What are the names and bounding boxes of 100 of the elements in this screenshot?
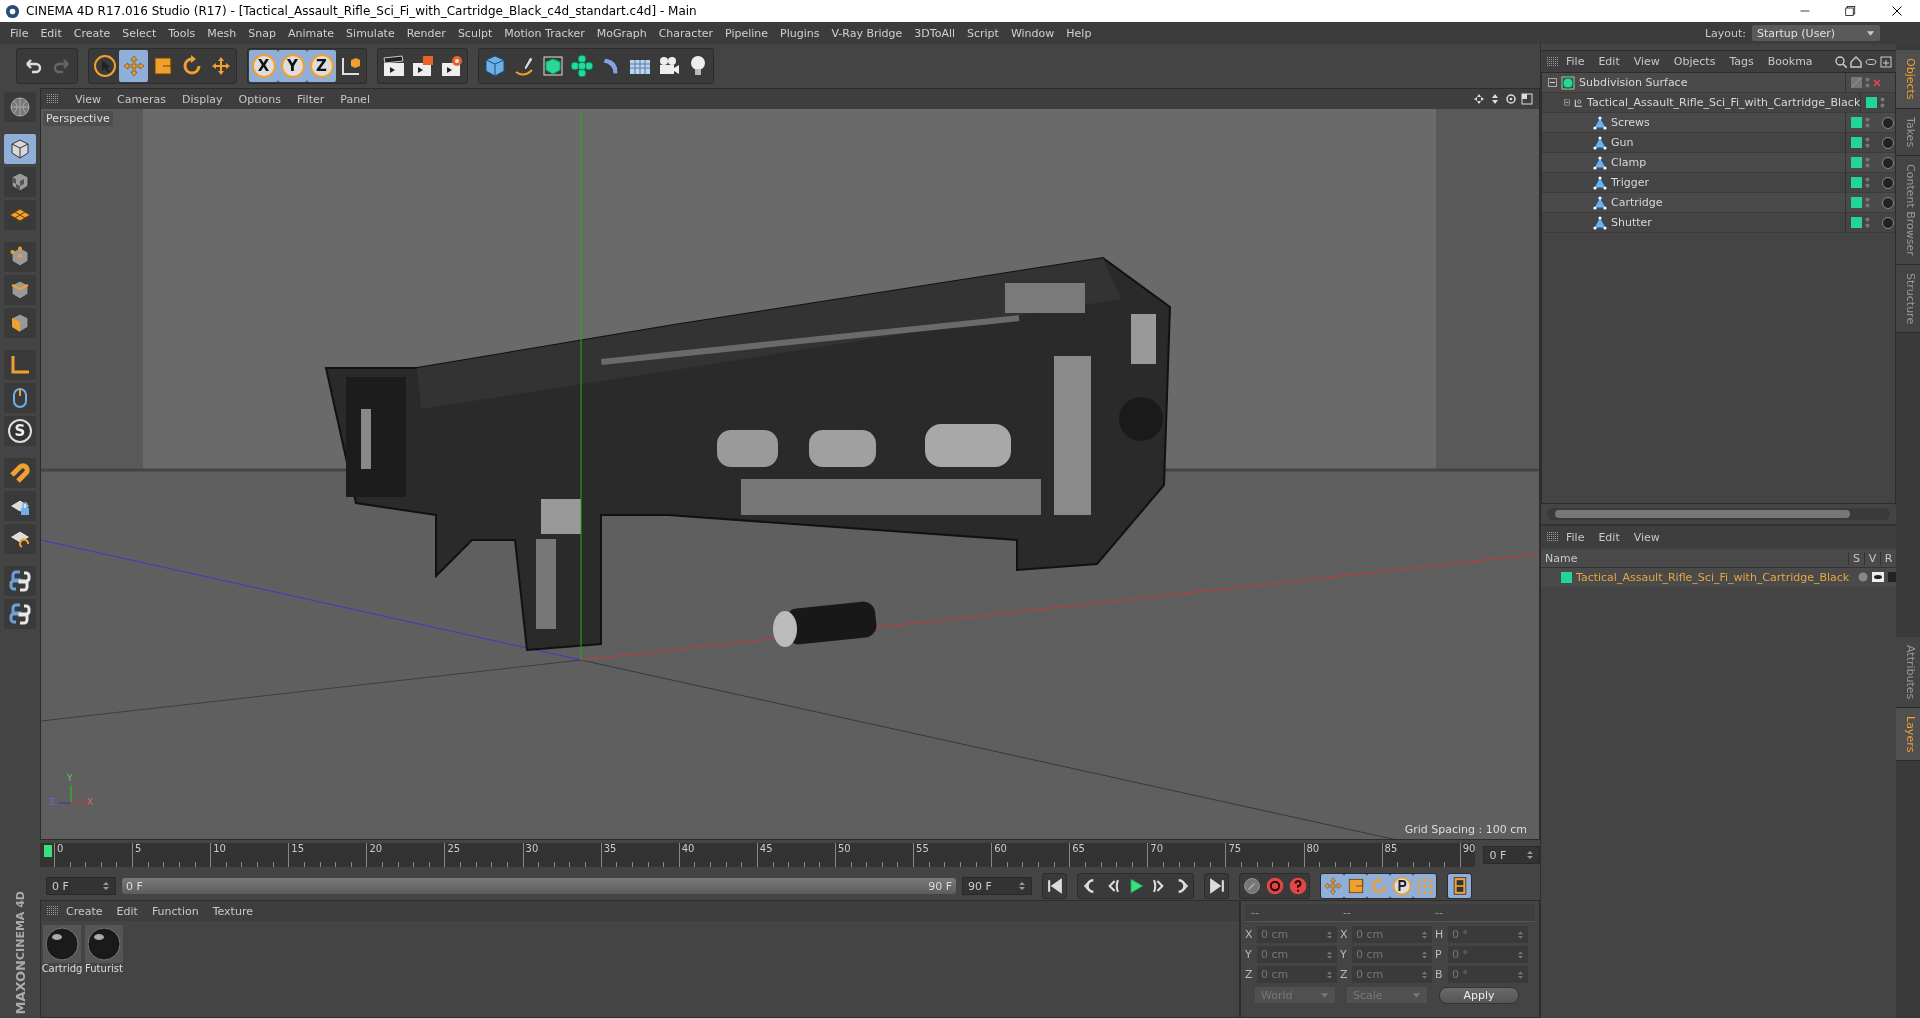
visibility-dots-icon[interactable] bbox=[1865, 117, 1870, 128]
menu-item[interactable]: Cameras bbox=[109, 92, 174, 106]
panel-tab[interactable]: Layers bbox=[1896, 708, 1920, 762]
axis-button[interactable]: S bbox=[4, 416, 36, 446]
tiled-cube-button[interactable] bbox=[4, 167, 36, 197]
material-tag-icon[interactable] bbox=[1882, 136, 1894, 149]
snake-button[interactable] bbox=[4, 599, 36, 629]
menu-item[interactable]: Render bbox=[400, 26, 452, 40]
horizontal-scrollbar[interactable] bbox=[1547, 508, 1890, 520]
panel-tab[interactable]: Attributes bbox=[1896, 636, 1920, 708]
menu-item[interactable]: File bbox=[1559, 55, 1592, 68]
menu-item[interactable]: Tags bbox=[1722, 55, 1761, 68]
new-window-icon[interactable] bbox=[1880, 55, 1892, 68]
panel-tab[interactable]: Takes bbox=[1896, 108, 1920, 156]
menu-item[interactable]: Create bbox=[67, 26, 117, 40]
panel-tab[interactable]: Objects bbox=[1896, 50, 1920, 109]
grid-arrows-button[interactable] bbox=[4, 524, 36, 554]
axis-button[interactable]: X bbox=[249, 50, 278, 82]
object-name[interactable]: Trigger bbox=[1607, 176, 1845, 189]
end-frame-field[interactable]: 90 F bbox=[962, 877, 1032, 895]
visibility-dots-icon[interactable] bbox=[1865, 137, 1870, 148]
solo-dot-icon[interactable] bbox=[1858, 572, 1868, 582]
start-frame-field[interactable]: 0 F bbox=[46, 877, 116, 895]
object-name[interactable]: Gun bbox=[1607, 136, 1845, 149]
menu-item[interactable]: Window bbox=[1004, 26, 1061, 40]
scale-button[interactable] bbox=[1344, 874, 1367, 898]
menu-item[interactable]: Create bbox=[59, 904, 110, 918]
globe-button[interactable] bbox=[4, 92, 36, 122]
polygons-cube-button[interactable] bbox=[4, 308, 36, 338]
current-frame-field[interactable]: 0 F bbox=[1483, 846, 1540, 864]
zoom-view-icon[interactable] bbox=[1489, 93, 1501, 105]
dot-grid-button[interactable] bbox=[1413, 874, 1436, 898]
menu-item[interactable]: Objects bbox=[1666, 55, 1723, 68]
menu-item[interactable]: Edit bbox=[1591, 530, 1627, 544]
menu-item[interactable]: Options bbox=[230, 92, 289, 106]
visibility-dots-icon[interactable] bbox=[1865, 197, 1870, 208]
menu-item[interactable]: Edit bbox=[109, 904, 145, 918]
axis-button[interactable] bbox=[4, 350, 36, 380]
menu-item[interactable]: Edit bbox=[34, 26, 68, 40]
menu-item[interactable]: Script bbox=[961, 26, 1005, 40]
frame-range-slider[interactable]: 0 F 90 F bbox=[122, 878, 956, 894]
menu-item[interactable]: Simulate bbox=[340, 26, 401, 40]
visibility-dots-icon[interactable] bbox=[1880, 97, 1886, 108]
timeline-ruler[interactable]: 0 5 10 15 20 25 30 35 40 45 50 55 60 65 70 75 80 85 90 bbox=[40, 843, 1476, 867]
collapse-icon[interactable] bbox=[1548, 78, 1557, 87]
menu-item[interactable]: Function bbox=[144, 904, 206, 918]
menu-item[interactable]: Plugins bbox=[774, 26, 826, 40]
layout-dropdown[interactable]: Startup (User) bbox=[1752, 25, 1880, 41]
move-view-icon[interactable] bbox=[1473, 93, 1485, 105]
snake-button[interactable] bbox=[4, 566, 36, 596]
locked-grid-button[interactable] bbox=[4, 491, 36, 521]
visibility-dots-icon[interactable] bbox=[1865, 177, 1870, 188]
menu-item[interactable]: Edit bbox=[1591, 55, 1627, 68]
visibility-dots-icon[interactable] bbox=[1865, 77, 1870, 88]
menu-item[interactable]: File bbox=[1559, 530, 1592, 544]
parameter-button[interactable] bbox=[1390, 874, 1413, 898]
visibility-dots-icon[interactable] bbox=[1865, 217, 1870, 228]
magnet-button[interactable] bbox=[4, 458, 36, 488]
menu-item[interactable]: Help bbox=[1060, 26, 1098, 40]
menu-item[interactable]: Sculpt bbox=[451, 26, 499, 40]
material-tag-icon[interactable] bbox=[1882, 196, 1894, 209]
menu-item[interactable]: MoGraph bbox=[590, 26, 653, 40]
material-sphere-icon[interactable] bbox=[43, 925, 81, 963]
film-strip-button[interactable] bbox=[1448, 874, 1471, 898]
material-tag-icon[interactable] bbox=[1882, 156, 1894, 169]
material-tag-icon[interactable] bbox=[1882, 216, 1894, 229]
rotate-view-icon[interactable] bbox=[1505, 93, 1517, 105]
playhead-marker[interactable] bbox=[44, 845, 52, 857]
edges-cube-button[interactable] bbox=[4, 275, 36, 305]
menu-item[interactable]: V-Ray Bridge bbox=[825, 26, 909, 40]
panel-tab[interactable]: Structure bbox=[1896, 264, 1920, 333]
menu-item[interactable]: Display bbox=[174, 92, 231, 106]
menu-item[interactable]: Texture bbox=[205, 904, 260, 918]
menu-item[interactable]: 3DToAll bbox=[908, 26, 961, 40]
menu-item[interactable]: Character bbox=[652, 26, 719, 40]
material-tag-icon[interactable] bbox=[1882, 116, 1894, 129]
material-sphere-icon[interactable] bbox=[85, 925, 123, 963]
menu-item[interactable]: Pipeline bbox=[719, 26, 775, 40]
maximize-view-icon[interactable] bbox=[1521, 93, 1533, 105]
menu-item[interactable]: Filter bbox=[289, 92, 333, 106]
collapse-icon[interactable] bbox=[1564, 98, 1570, 107]
menu-item[interactable]: Panel bbox=[332, 92, 378, 106]
menu-item[interactable]: Select bbox=[116, 26, 163, 40]
menu-item[interactable]: View bbox=[67, 92, 110, 106]
menu-item[interactable]: File bbox=[4, 26, 35, 40]
axis-button[interactable]: Z bbox=[307, 50, 336, 82]
points-cube-button[interactable] bbox=[4, 242, 36, 272]
model-cube-button[interactable] bbox=[4, 134, 36, 164]
material-tag-icon[interactable] bbox=[1882, 176, 1894, 189]
grid-plane-button[interactable] bbox=[4, 200, 36, 230]
menu-item[interactable]: Snap bbox=[242, 26, 282, 40]
apply-button[interactable]: Apply bbox=[1439, 987, 1519, 1004]
menu-item[interactable]: Animate bbox=[282, 26, 341, 40]
menu-item[interactable]: Tools bbox=[162, 26, 202, 40]
menu-item[interactable]: View bbox=[1626, 55, 1667, 68]
panel-tab[interactable]: Content Browser bbox=[1896, 155, 1920, 265]
object-name[interactable]: Tactical_Assault_Rifle_Sci_Fi_with_Cartridge_Black bbox=[1583, 96, 1861, 109]
menu-item[interactable]: View bbox=[1626, 530, 1667, 544]
visibility-dots-icon[interactable] bbox=[1865, 157, 1870, 168]
maximize-icon[interactable] bbox=[1845, 5, 1857, 17]
